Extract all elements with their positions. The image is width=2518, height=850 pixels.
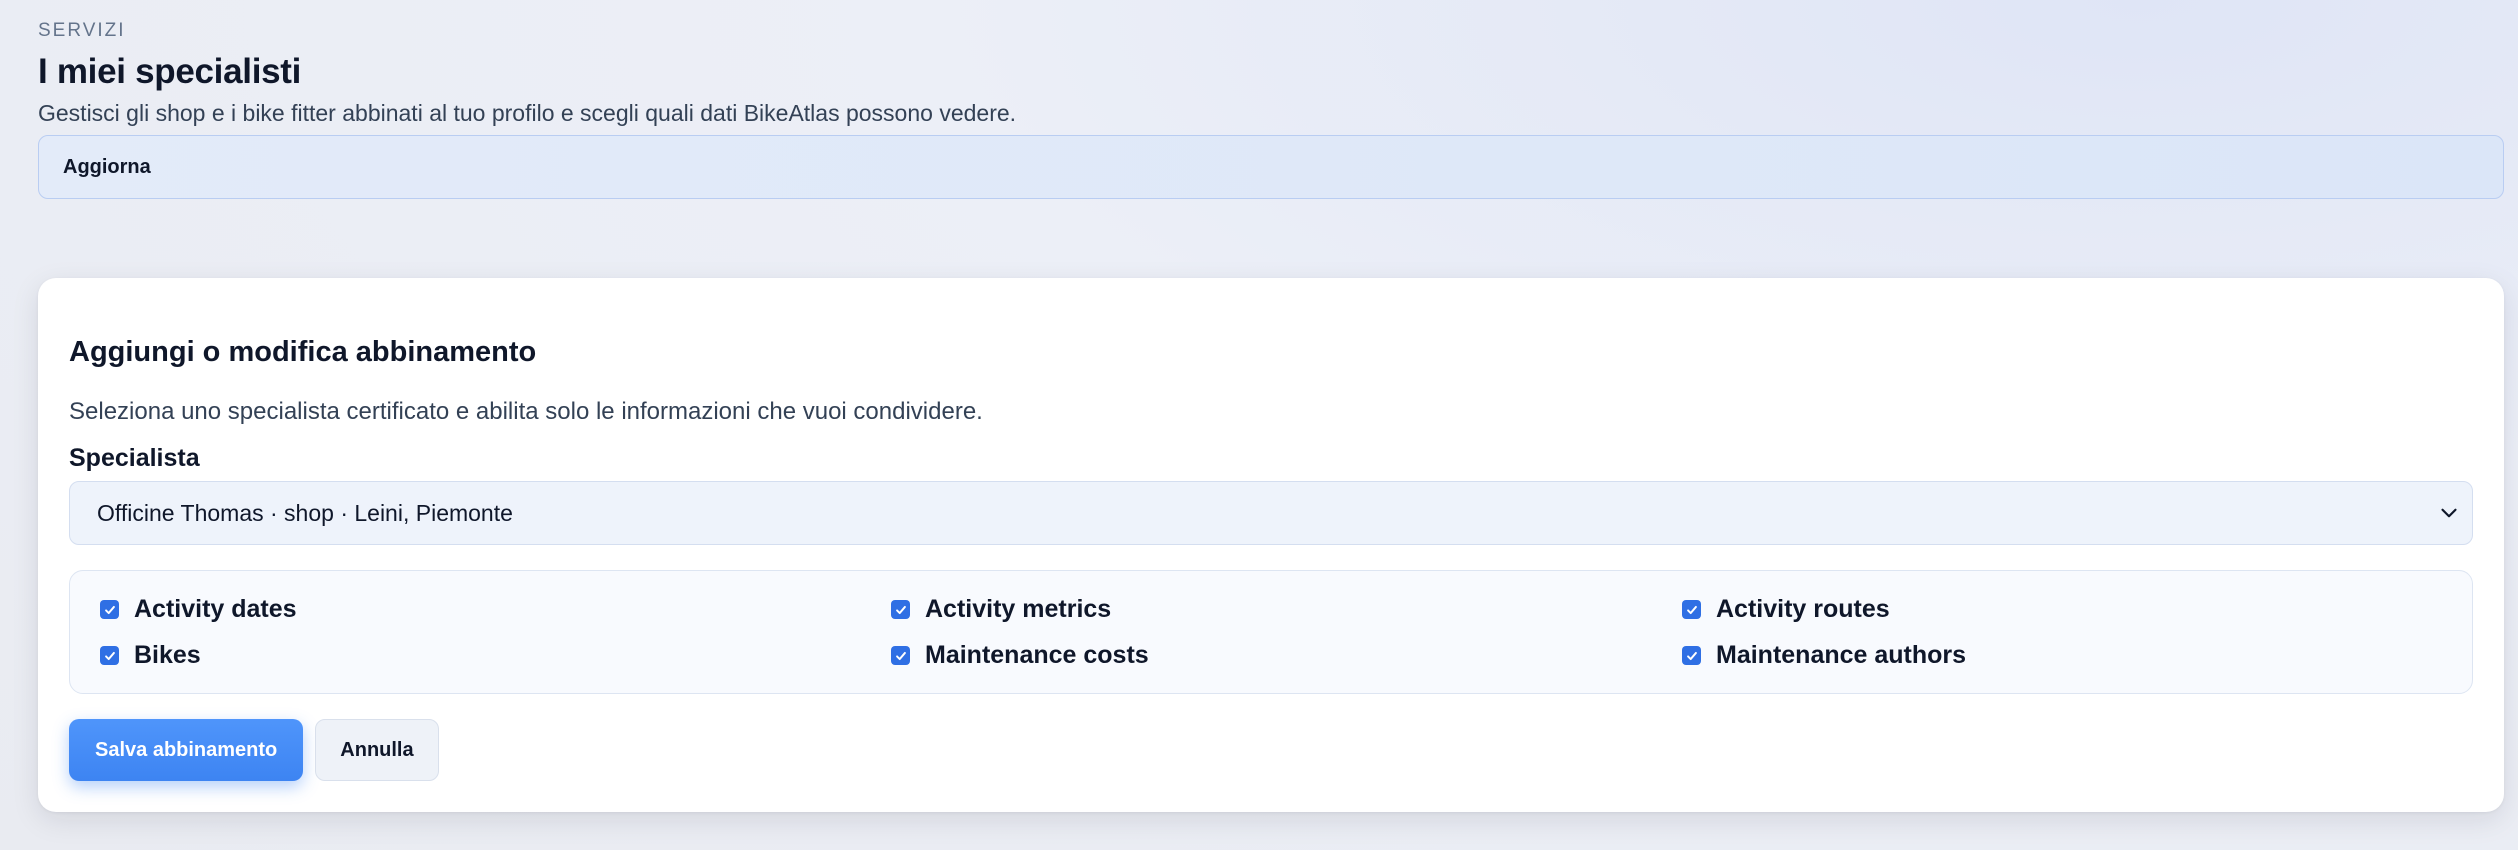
permission-label: Maintenance authors [1716, 641, 1967, 669]
permission-label: Maintenance costs [925, 641, 1149, 669]
checkbox-checked-icon[interactable] [1682, 600, 1701, 619]
permission-label: Activity dates [134, 595, 297, 623]
card-description: Seleziona uno specialista certificato e … [69, 398, 983, 425]
refresh-button[interactable]: Aggiorna [38, 135, 2504, 199]
form-actions: Salva abbinamento Annulla [69, 719, 439, 781]
permission-maintenance-authors[interactable]: Maintenance authors [1682, 641, 1966, 670]
permission-activity-metrics[interactable]: Activity metrics [891, 595, 1111, 624]
checkbox-checked-icon[interactable] [100, 646, 119, 665]
permissions-box: Activity dates Activity metrics Activity… [69, 570, 2473, 694]
specialist-select-value: Officine Thomas · shop · Leini, Piemonte [97, 499, 513, 526]
cancel-button[interactable]: Annulla [315, 719, 439, 781]
page-eyebrow: SERVIZI [38, 20, 126, 41]
permission-label: Bikes [134, 641, 201, 669]
checkbox-checked-icon[interactable] [891, 646, 910, 665]
chevron-down-icon [2436, 500, 2462, 526]
card-title: Aggiungi o modifica abbinamento [69, 336, 537, 368]
checkbox-checked-icon[interactable] [100, 600, 119, 619]
specialist-label: Specialista [69, 444, 200, 472]
checkbox-checked-icon[interactable] [891, 600, 910, 619]
permission-activity-dates[interactable]: Activity dates [100, 595, 297, 624]
permission-maintenance-costs[interactable]: Maintenance costs [891, 641, 1149, 670]
permission-activity-routes[interactable]: Activity routes [1682, 595, 1890, 624]
save-pairing-button[interactable]: Salva abbinamento [69, 719, 304, 781]
pairing-card: Aggiungi o modifica abbinamento Selezion… [38, 278, 2504, 812]
permission-label: Activity metrics [925, 595, 1112, 623]
checkbox-checked-icon[interactable] [1682, 646, 1701, 665]
page-subtitle: Gestisci gli shop e i bike fitter abbina… [38, 100, 1017, 126]
permission-label: Activity routes [1716, 595, 1890, 623]
specialist-select[interactable]: Officine Thomas · shop · Leini, Piemonte [69, 481, 2473, 545]
permission-bikes[interactable]: Bikes [100, 641, 201, 670]
page-title: I miei specialisti [38, 52, 302, 91]
